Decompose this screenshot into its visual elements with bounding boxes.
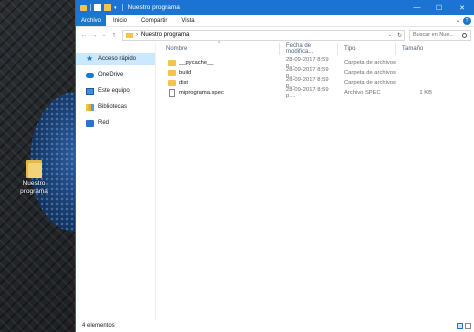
- recent-locations-button[interactable]: ⌄: [99, 32, 109, 38]
- minimize-button[interactable]: —: [406, 0, 428, 15]
- file-size: [396, 78, 436, 88]
- back-button[interactable]: ←: [79, 32, 89, 39]
- file-name: dist: [179, 80, 189, 86]
- nav-item-acceso-rapido[interactable]: ★ Acceso rápido: [76, 53, 155, 65]
- new-folder-icon[interactable]: [104, 4, 111, 11]
- folder-icon: [168, 60, 176, 66]
- address-bar[interactable]: › Nuestro programa ⌄ ↻: [122, 29, 405, 41]
- file-name: build: [179, 70, 192, 76]
- address-dropdown-icon[interactable]: ⌄: [388, 32, 392, 38]
- tab-inicio[interactable]: Inicio: [106, 15, 134, 26]
- libraries-icon: [86, 103, 94, 111]
- file-type: Carpeta de archivos: [344, 60, 396, 66]
- file-size: 1 KB: [419, 90, 432, 96]
- file-icon: [169, 89, 175, 97]
- tab-vista[interactable]: Vista: [174, 15, 201, 26]
- ribbon-tabs: Archivo Inicio Compartir Vista ⌄ ?: [76, 15, 474, 27]
- up-button[interactable]: ↑: [109, 32, 119, 39]
- navigation-pane: ★ Acceso rápido OneDrive Este equipo Bib…: [76, 43, 156, 320]
- folder-icon: [80, 4, 87, 11]
- computer-icon: [86, 87, 94, 95]
- star-icon: ★: [86, 54, 94, 63]
- breadcrumb-current[interactable]: Nuestro programa: [141, 32, 189, 38]
- column-header-size[interactable]: Tamaño: [396, 43, 436, 55]
- nav-item-bibliotecas[interactable]: Bibliotecas: [76, 101, 155, 113]
- column-header-type[interactable]: Tipo: [338, 43, 396, 55]
- nav-item-este-equipo[interactable]: Este equipo: [76, 85, 155, 97]
- tab-compartir[interactable]: Compartir: [134, 15, 174, 26]
- nav-item-onedrive[interactable]: OneDrive: [76, 69, 155, 81]
- column-headers: ^ Nombre Fecha de modifica... Tipo Tamañ…: [156, 41, 474, 55]
- nav-item-label: Este equipo: [98, 88, 130, 94]
- quick-access-dropdown-icon[interactable]: ▾: [114, 5, 117, 11]
- file-list: ^ Nombre Fecha de modifica... Tipo Tamañ…: [156, 41, 474, 320]
- file-type: Archivo SPEC: [344, 90, 381, 96]
- file-name: __pycache__: [179, 60, 214, 66]
- nav-item-label: OneDrive: [98, 72, 124, 78]
- nav-item-red[interactable]: Red: [76, 117, 155, 129]
- large-icons-view-icon[interactable]: [465, 323, 471, 329]
- forward-button[interactable]: →: [89, 32, 99, 39]
- navigation-bar: ← → ⌄ ↑ › Nuestro programa ⌄ ↻ Buscar en…: [76, 27, 474, 43]
- nav-item-label: Bibliotecas: [98, 104, 128, 110]
- maximize-button[interactable]: ☐: [428, 0, 450, 15]
- file-date: 28-09-2017 8:59 p....: [286, 87, 329, 99]
- explorer-window: ▾ Nuestro programa — ☐ ✕ Archivo Inicio …: [75, 0, 474, 332]
- folder-icon: [168, 80, 176, 86]
- file-list-scrollbar[interactable]: [466, 43, 474, 320]
- folder-icon: [168, 70, 176, 76]
- item-count: 4 elementos: [82, 323, 115, 329]
- column-header-date[interactable]: Fecha de modifica...: [280, 43, 338, 55]
- file-name: miprograma.spec: [179, 90, 224, 96]
- file-row[interactable]: miprograma.spec 28-09-2017 8:59 p.... Ar…: [156, 87, 474, 99]
- details-view-icon[interactable]: [457, 323, 463, 329]
- title-bar: ▾ Nuestro programa — ☐ ✕: [76, 0, 474, 15]
- search-icon: [462, 32, 467, 38]
- desktop-folder-nuestro-programa[interactable]: Nuestro programa: [14, 158, 54, 196]
- network-icon: [86, 119, 94, 127]
- cloud-icon: [86, 72, 94, 78]
- properties-icon[interactable]: [94, 4, 101, 11]
- status-bar: 4 elementos: [76, 320, 474, 332]
- expand-ribbon-icon[interactable]: ⌄: [453, 15, 463, 26]
- file-size: [396, 58, 436, 68]
- help-icon[interactable]: ?: [463, 17, 471, 25]
- file-type: Carpeta de archivos: [344, 70, 396, 76]
- nav-item-label: Red: [98, 120, 110, 126]
- close-button[interactable]: ✕: [450, 0, 474, 15]
- file-type: Carpeta de archivos: [344, 80, 396, 86]
- tab-archivo[interactable]: Archivo: [76, 15, 107, 26]
- search-input[interactable]: Buscar en Nue...: [409, 29, 471, 41]
- file-size: [396, 68, 436, 78]
- folder-icon: [126, 32, 133, 38]
- navigation-scrollbar[interactable]: [150, 43, 153, 320]
- search-placeholder: Buscar en Nue...: [413, 32, 454, 38]
- desktop-icon-label: Nuestro programa: [20, 180, 48, 195]
- breadcrumb-separator[interactable]: ›: [136, 32, 138, 38]
- window-title: Nuestro programa: [127, 4, 180, 11]
- folder-icon: [26, 158, 42, 178]
- refresh-icon[interactable]: ↻: [397, 32, 402, 39]
- nav-item-label: Acceso rápido: [98, 56, 137, 62]
- sort-indicator-icon: ^: [218, 41, 221, 47]
